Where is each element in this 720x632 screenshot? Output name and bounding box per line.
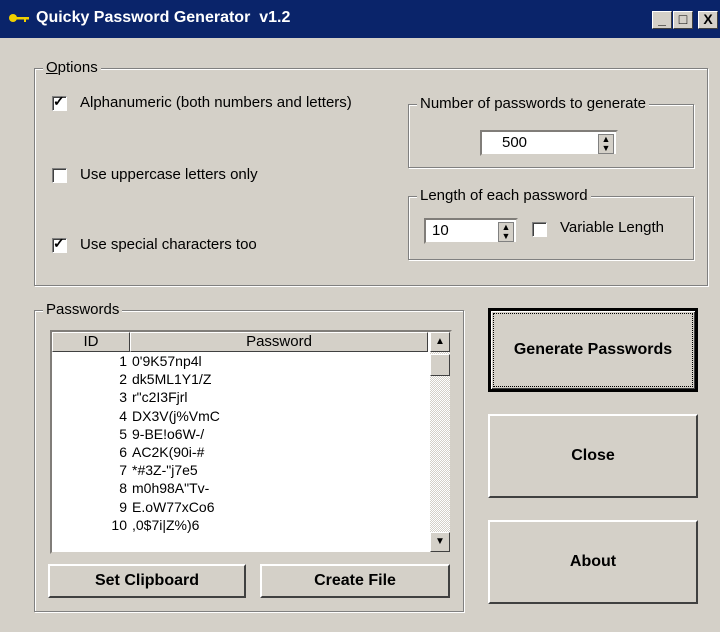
row-id: 7	[119, 462, 127, 479]
row-id: 2	[119, 371, 127, 388]
row-id: 6	[119, 443, 127, 460]
list-item[interactable]: 2 dk5ML1Y1/Z	[52, 370, 428, 388]
row-password: 9-BE!o6W-/	[132, 425, 205, 442]
row-password: dk5ML1Y1/Z	[132, 371, 212, 388]
alphanumeric-label: Alphanumeric (both numbers and letters)	[80, 94, 352, 111]
vertical-scrollbar[interactable]: ▲ ▼	[430, 332, 450, 552]
spin-arrows-icon[interactable]: ▲ ▼	[598, 134, 614, 154]
spin-arrows-icon[interactable]: ▲ ▼	[498, 222, 514, 242]
title-bar: Quicky Password Generator v1.2 _ □ X	[0, 0, 720, 38]
options-legend: Options	[43, 59, 101, 76]
length-spinner[interactable]: 10 ▲ ▼	[424, 218, 518, 244]
row-id: 3	[119, 389, 127, 406]
variable-length-label: Variable Length	[560, 219, 664, 236]
scroll-thumb[interactable]	[430, 354, 450, 376]
list-item[interactable]: 8 m0h98A"Tv-	[52, 479, 428, 497]
row-id: 1	[119, 353, 127, 369]
list-item[interactable]: 10 ,0$7i|Z%)6	[52, 516, 428, 534]
row-password: AC2K(90i-#	[132, 443, 205, 460]
key-icon	[9, 14, 29, 22]
list-item[interactable]: 1 0'9K57np4l	[52, 352, 428, 370]
special-checkbox[interactable]	[52, 235, 67, 253]
list-item[interactable]: 6 AC2K(90i-#	[52, 443, 428, 461]
close-button[interactable]: Close	[488, 414, 698, 498]
uppercase-checkbox[interactable]	[52, 168, 67, 183]
uppercase-label: Use uppercase letters only	[80, 166, 258, 183]
set-clipboard-button[interactable]: Set Clipboard	[48, 564, 246, 598]
create-file-button[interactable]: Create File	[260, 564, 450, 598]
row-id: 5	[119, 425, 127, 442]
maximize-button[interactable]: □	[673, 11, 693, 29]
passwords-legend: Passwords	[43, 301, 123, 318]
scroll-down-icon[interactable]: ▼	[430, 532, 450, 552]
close-window-button[interactable]: X	[698, 11, 718, 29]
generate-passwords-button[interactable]: Generate Passwords	[488, 308, 698, 392]
alphanumeric-checkbox[interactable]	[52, 93, 67, 111]
length-legend: Length of each password	[417, 187, 591, 204]
row-password: ,0$7i|Z%)6	[132, 516, 200, 533]
row-id: 4	[119, 407, 127, 424]
row-password: E.oW77xCo6	[132, 498, 215, 515]
row-password: r"c2I3Fjrl	[132, 389, 188, 406]
special-label: Use special characters too	[80, 236, 257, 253]
row-id: 8	[119, 480, 127, 497]
list-item[interactable]: 9 E.oW77xCo6	[52, 498, 428, 516]
row-id: 10	[111, 516, 127, 533]
length-value: 10	[432, 222, 449, 239]
minimize-button[interactable]: _	[652, 11, 672, 29]
password-list[interactable]: ID Password 1 0'9K57np4l 2 dk5ML1Y1/Z 3 r"c…	[50, 330, 452, 554]
count-value: 500	[502, 134, 528, 151]
column-header-id[interactable]: ID	[52, 332, 130, 352]
list-item[interactable]: 7 *#3Z-"j7e5	[52, 461, 428, 479]
count-spinner[interactable]: 500 ▲ ▼	[480, 130, 618, 156]
scroll-up-icon[interactable]: ▲	[430, 332, 450, 352]
row-password: m0h98A"Tv-	[132, 480, 210, 497]
list-item[interactable]: 3 r"c2I3Fjrl	[52, 388, 428, 406]
variable-length-checkbox[interactable]	[532, 222, 547, 237]
password-rows: 1 0'9K57np4l 2 dk5ML1Y1/Z 3 r"c2I3Fjrl 4 DX3…	[52, 352, 428, 534]
list-item[interactable]: 5 9-BE!o6W-/	[52, 425, 428, 443]
count-legend: Number of passwords to generate	[417, 95, 649, 112]
window-title: Quicky Password Generator v1.2	[36, 9, 291, 26]
options-legend-text: ptions	[57, 59, 98, 76]
about-button[interactable]: About	[488, 520, 698, 604]
column-header-password[interactable]: Password	[130, 332, 428, 352]
list-item[interactable]: 4 DX3V(j%VmC	[52, 407, 428, 425]
row-password: DX3V(j%VmC	[132, 407, 220, 424]
row-password: *#3Z-"j7e5	[132, 462, 198, 479]
row-password: 0'9K57np4l	[132, 353, 202, 369]
row-id: 9	[119, 498, 127, 515]
